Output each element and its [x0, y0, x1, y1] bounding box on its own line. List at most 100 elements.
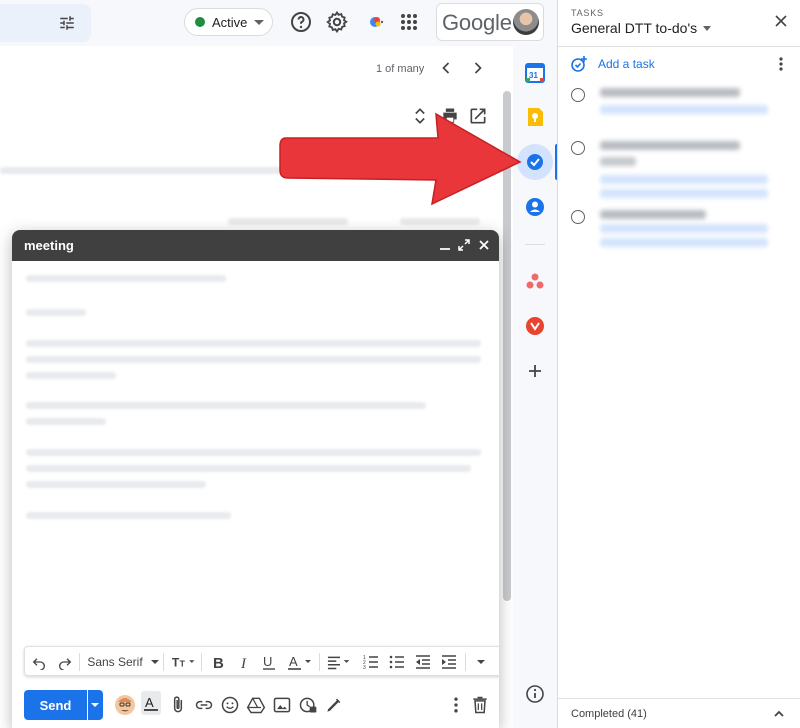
blurred-line — [26, 356, 481, 363]
previous-icon[interactable] — [436, 58, 456, 78]
calendar-day: 31 — [529, 71, 538, 80]
underline-icon[interactable]: U — [261, 654, 277, 670]
svg-text:A: A — [145, 695, 154, 710]
blurred-line — [26, 465, 471, 472]
blurred-task-title — [600, 141, 740, 150]
toolbar-divider — [319, 653, 320, 671]
blurred-line — [26, 340, 481, 347]
svg-text:B: B — [213, 655, 224, 670]
blurred-task-link — [600, 238, 768, 247]
add-task-icon — [571, 56, 587, 72]
search-bar[interactable] — [0, 4, 91, 42]
tasks-panel-label: TASKS — [571, 8, 604, 18]
message-body[interactable] — [12, 261, 499, 641]
avatar — [513, 9, 539, 35]
status-dot — [195, 17, 205, 27]
confidential-icon[interactable] — [298, 695, 318, 715]
google-logo: Google — [442, 10, 512, 35]
task-checkbox[interactable] — [571, 141, 585, 155]
close-icon[interactable] — [773, 13, 789, 29]
avatar-icon[interactable] — [114, 694, 136, 716]
more-options-icon[interactable] — [772, 55, 790, 73]
blurred-task-link — [600, 105, 768, 114]
account-button[interactable]: Google — [436, 3, 544, 41]
bold-icon[interactable]: B — [211, 654, 227, 670]
more-options-icon[interactable] — [446, 695, 466, 715]
task-list-name: General DTT to-do's — [571, 20, 698, 36]
blurred-line — [26, 275, 226, 282]
contacts-icon[interactable] — [524, 196, 546, 218]
compose-header[interactable]: meeting — [12, 230, 499, 261]
add-app-icon[interactable] — [524, 360, 546, 382]
numbered-list-icon[interactable]: 123 — [363, 654, 379, 670]
toolbar-divider — [465, 653, 466, 671]
gifcandy-icon[interactable] — [524, 315, 546, 337]
toolbar-divider — [79, 653, 80, 671]
discard-icon[interactable] — [470, 695, 490, 715]
task-checkbox[interactable] — [571, 88, 585, 102]
formatting-toggle[interactable]: A — [141, 691, 161, 715]
tasks-icon[interactable] — [524, 151, 546, 173]
formatting-toolbar: Sans Serif TT B I U A 123 — [24, 646, 499, 676]
blurred-line — [26, 481, 206, 488]
photo-icon[interactable] — [272, 695, 292, 715]
redo-icon[interactable] — [57, 654, 73, 670]
fullscreen-icon[interactable] — [457, 238, 471, 252]
blurred-line — [26, 402, 426, 409]
indent-less-icon[interactable] — [415, 654, 431, 670]
blurred-task-title — [600, 210, 706, 219]
blurred-line — [26, 449, 481, 456]
task-list-selector[interactable]: General DTT to-do's — [571, 20, 712, 36]
blurred-task-link — [600, 189, 768, 198]
gemini-icon[interactable] — [365, 10, 389, 34]
status-button[interactable]: Active — [184, 8, 273, 36]
more-formatting-icon[interactable] — [473, 654, 489, 670]
font-select[interactable]: Sans Serif — [85, 654, 161, 670]
italic-icon[interactable]: I — [237, 654, 253, 670]
task-item[interactable] — [558, 210, 800, 250]
task-item[interactable] — [558, 141, 800, 201]
indent-more-icon[interactable] — [441, 654, 457, 670]
blurred-task-title — [600, 88, 740, 97]
completed-section[interactable]: Completed (41) — [558, 698, 800, 728]
drive-icon[interactable] — [246, 695, 266, 715]
task-checkbox[interactable] — [571, 210, 585, 224]
font-size-icon[interactable]: TT — [171, 654, 197, 670]
svg-text:I: I — [240, 656, 247, 670]
task-item[interactable] — [558, 88, 800, 128]
send-button[interactable]: Send — [24, 690, 87, 720]
help-icon[interactable] — [289, 10, 313, 34]
close-icon[interactable] — [477, 238, 491, 252]
next-icon[interactable] — [468, 58, 488, 78]
chevron-up-icon[interactable] — [772, 707, 786, 721]
pointer-arrow-icon — [279, 112, 522, 206]
align-icon[interactable] — [327, 654, 353, 670]
signature-icon[interactable] — [324, 695, 344, 715]
add-task-button[interactable]: Add a task — [570, 55, 655, 73]
info-icon[interactable] — [524, 683, 546, 705]
formatting-icon: A — [144, 695, 158, 711]
apps-grid-icon[interactable] — [397, 10, 421, 34]
top-bar: Active Google — [0, 0, 557, 46]
svg-text:3: 3 — [363, 665, 366, 670]
pagination-text: 1 of many — [376, 63, 425, 75]
settings-icon[interactable] — [325, 10, 349, 34]
bulleted-list-icon[interactable] — [389, 654, 405, 670]
emoji-icon[interactable] — [220, 695, 240, 715]
tune-icon[interactable] — [58, 14, 76, 32]
svg-text:T: T — [172, 655, 180, 669]
schedule-send-button[interactable] — [88, 690, 103, 720]
asana-icon[interactable] — [524, 270, 546, 292]
link-icon[interactable] — [194, 695, 214, 715]
email-meta-icons — [400, 218, 480, 225]
undo-icon[interactable] — [31, 654, 47, 670]
text-color-icon[interactable]: A — [287, 654, 315, 670]
toolbar-divider — [163, 653, 164, 671]
email-meta-text — [228, 218, 348, 225]
compose-actions: Send A — [12, 686, 499, 728]
attach-icon[interactable] — [168, 695, 188, 715]
svg-text:A: A — [289, 654, 298, 669]
calendar-icon[interactable]: 31 — [524, 62, 546, 84]
minimize-icon[interactable] — [438, 238, 452, 252]
keep-icon[interactable] — [524, 106, 546, 128]
